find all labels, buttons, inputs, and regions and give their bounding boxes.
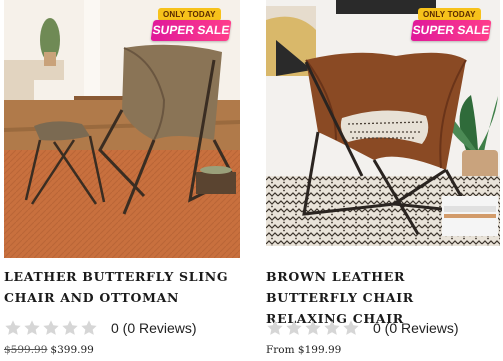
badge-super-sale: SUPER SALE bbox=[410, 20, 492, 41]
star-icon bbox=[62, 320, 78, 335]
star-icon bbox=[24, 320, 40, 335]
product-image[interactable]: ONLY TODAY SUPER SALE bbox=[266, 0, 500, 246]
star-icon bbox=[267, 320, 283, 335]
rating-count[interactable]: 0 (0 Reviews) bbox=[111, 320, 197, 336]
star-icon bbox=[81, 320, 97, 335]
star-icon bbox=[305, 320, 321, 335]
sale-badge: ONLY TODAY SUPER SALE bbox=[410, 8, 492, 44]
star-icon bbox=[343, 320, 359, 335]
product-card[interactable]: ONLY TODAY SUPER SALE BROWN LEATHER BUTT… bbox=[266, 0, 500, 356]
old-price: $599.99 bbox=[4, 344, 48, 356]
rating[interactable]: 0 (0 Reviews) bbox=[4, 319, 197, 337]
star-icon bbox=[5, 320, 21, 335]
product-title-link[interactable]: LEATHER BUTTERFLY SLING CHAIR AND OTTOMA… bbox=[4, 266, 240, 308]
sale-price: $399.99 bbox=[50, 344, 94, 356]
product-image[interactable]: ONLY TODAY SUPER SALE bbox=[4, 0, 240, 258]
rating[interactable]: 0 (0 Reviews) bbox=[266, 319, 459, 337]
rating-count[interactable]: 0 (0 Reviews) bbox=[373, 320, 459, 336]
star-rating bbox=[266, 319, 360, 337]
price: From $199.99 bbox=[266, 344, 341, 356]
star-icon bbox=[43, 320, 59, 335]
star-rating bbox=[4, 319, 98, 337]
price: $599.99 $399.99 bbox=[4, 344, 94, 356]
badge-super-sale: SUPER SALE bbox=[150, 20, 232, 41]
sale-badge: ONLY TODAY SUPER SALE bbox=[150, 8, 232, 44]
star-icon bbox=[324, 320, 340, 335]
product-card[interactable]: ONLY TODAY SUPER SALE LEATHER BUTTERFLY … bbox=[4, 0, 240, 356]
sale-price: From $199.99 bbox=[266, 344, 342, 356]
star-icon bbox=[286, 320, 302, 335]
